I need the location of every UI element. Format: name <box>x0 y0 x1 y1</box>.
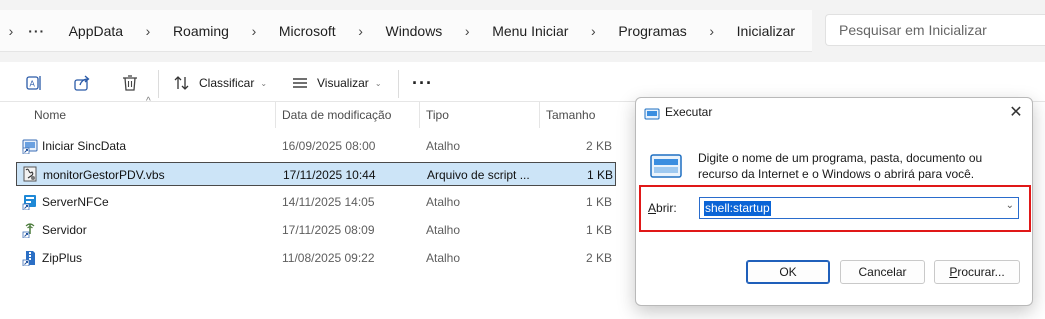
file-size: 2 KB <box>585 251 612 265</box>
file-size: 1 KB <box>586 168 613 182</box>
command-bar: A Classificar ⌄ Visualizar ⌄ ··· <box>0 62 1045 102</box>
file-name: Servidor <box>42 223 87 237</box>
file-type: Atalho <box>426 195 461 209</box>
file-row-selected[interactable]: monitorGestorPDV.vbs 17/11/2025 10:44 Ar… <box>16 162 616 186</box>
view-icon <box>290 73 310 93</box>
file-size: 2 KB <box>585 139 612 153</box>
share-button[interactable] <box>72 68 92 98</box>
run-dialog: Executar ✕ Digite o nome de um programa,… <box>635 97 1033 306</box>
file-date: 17/11/2025 10:44 <box>283 168 376 182</box>
run-app-icon <box>650 153 682 181</box>
open-label-accel: A <box>648 201 657 215</box>
file-row[interactable]: ServerNFCe 14/11/2025 14:05 Atalho 1 KB <box>16 190 616 214</box>
chevron-down-icon: ⌄ <box>374 78 382 88</box>
view-label: Visualizar <box>317 76 369 90</box>
file-date: 17/11/2025 08:09 <box>282 223 375 237</box>
run-app-icon <box>644 106 660 122</box>
dialog-title: Executar <box>665 105 713 119</box>
file-size: 1 KB <box>585 223 612 237</box>
open-label-text: brir: <box>656 201 677 215</box>
breadcrumb: › ··· AppData › Roaming › Microsoft › Wi… <box>0 10 812 52</box>
browse-text: rocurar... <box>957 265 1005 279</box>
rename-icon: A <box>24 73 44 93</box>
file-name: ZipPlus <box>42 251 83 265</box>
sort-icon <box>172 73 192 93</box>
column-header-type[interactable]: Tipo <box>426 102 536 128</box>
search-input[interactable] <box>826 15 1045 45</box>
chevron-right-icon[interactable]: › <box>353 23 369 39</box>
chevron-down-icon[interactable]: ⌄ <box>1006 200 1014 211</box>
search-box <box>825 14 1045 46</box>
breadcrumb-item-roaming[interactable]: Roaming <box>156 23 246 39</box>
toolbar-divider <box>398 70 399 98</box>
chevron-right-icon[interactable]: › <box>704 23 720 39</box>
shortcut-app-icon <box>22 194 38 211</box>
chevron-right-icon[interactable]: › <box>246 23 262 39</box>
breadcrumb-item-microsoft[interactable]: Microsoft <box>262 23 353 39</box>
view-button[interactable]: Visualizar ⌄ <box>290 68 382 98</box>
delete-button[interactable] <box>120 68 140 98</box>
breadcrumb-item-programas[interactable]: Programas <box>601 23 703 39</box>
rename-button[interactable]: A <box>24 68 44 98</box>
column-divider[interactable] <box>539 102 540 128</box>
vbs-script-icon <box>22 166 38 182</box>
file-date: 14/11/2025 14:05 <box>282 195 375 209</box>
share-icon <box>72 73 92 93</box>
chevron-down-icon: ⌄ <box>260 78 268 88</box>
file-date: 16/09/2025 08:00 <box>282 139 376 153</box>
file-row[interactable]: Iniciar SincData 16/09/2025 08:00 Atalho… <box>16 134 616 158</box>
breadcrumb-item-appdata[interactable]: AppData <box>52 23 140 39</box>
delete-icon <box>120 73 140 93</box>
breadcrumb-item-inicializar[interactable]: Inicializar <box>720 23 812 39</box>
cancel-button[interactable]: Cancelar <box>840 260 925 284</box>
dialog-description: Digite o nome de um programa, pasta, doc… <box>698 151 983 181</box>
file-type: Atalho <box>426 223 461 237</box>
close-icon[interactable]: ✕ <box>1004 101 1028 125</box>
address-bar: › ··· AppData › Roaming › Microsoft › Wi… <box>0 0 1045 62</box>
file-list: ^ Nome Data de modificação Tipo Tamanho … <box>0 96 640 319</box>
breadcrumb-item-menu-iniciar[interactable]: Menu Iniciar <box>475 23 585 39</box>
chevron-right-icon[interactable]: › <box>585 23 601 39</box>
shortcut-server-icon <box>22 222 38 239</box>
file-type: Arquivo de script ... <box>427 168 530 182</box>
file-row[interactable]: Servidor 17/11/2025 08:09 Atalho 1 KB <box>16 218 616 242</box>
open-label: Abrir: <box>648 201 677 215</box>
browse-button[interactable]: Procurar... <box>934 260 1020 284</box>
svg-text:A: A <box>30 80 36 89</box>
file-name: ServerNFCe <box>42 195 109 209</box>
file-type: Atalho <box>426 139 461 153</box>
shortcut-zip-icon <box>22 250 38 267</box>
file-name: Iniciar SincData <box>42 139 127 153</box>
breadcrumb-overflow-button[interactable]: ··· <box>22 23 52 39</box>
chevron-right-icon[interactable]: › <box>459 23 475 39</box>
breadcrumb-item-windows[interactable]: Windows <box>369 23 460 39</box>
column-header-size[interactable]: Tamanho <box>546 102 616 128</box>
column-header-name[interactable]: Nome <box>34 102 264 128</box>
file-row[interactable]: ZipPlus 11/08/2025 09:22 Atalho 2 KB <box>16 246 616 270</box>
ok-button[interactable]: OK <box>746 260 830 284</box>
open-combobox[interactable]: shell:startup ⌄ <box>699 197 1019 219</box>
sort-label: Classificar <box>199 76 255 90</box>
shortcut-app-icon <box>22 138 38 155</box>
more-options-button[interactable]: ··· <box>412 68 433 98</box>
file-size: 1 KB <box>585 195 612 209</box>
column-divider[interactable] <box>419 102 420 128</box>
file-type: Atalho <box>426 251 461 265</box>
file-date: 11/08/2025 09:22 <box>282 251 375 265</box>
more-icon: ··· <box>412 72 433 93</box>
chevron-right-icon[interactable]: › <box>140 23 156 39</box>
toolbar-divider <box>158 70 159 98</box>
open-input-value[interactable]: shell:startup <box>704 201 771 216</box>
column-header-date[interactable]: Data de modificação <box>282 102 412 128</box>
file-name: monitorGestorPDV.vbs <box>43 168 165 182</box>
sort-button[interactable]: Classificar ⌄ <box>172 68 267 98</box>
column-divider[interactable] <box>275 102 276 128</box>
chevron-right-icon[interactable]: › <box>0 23 22 39</box>
